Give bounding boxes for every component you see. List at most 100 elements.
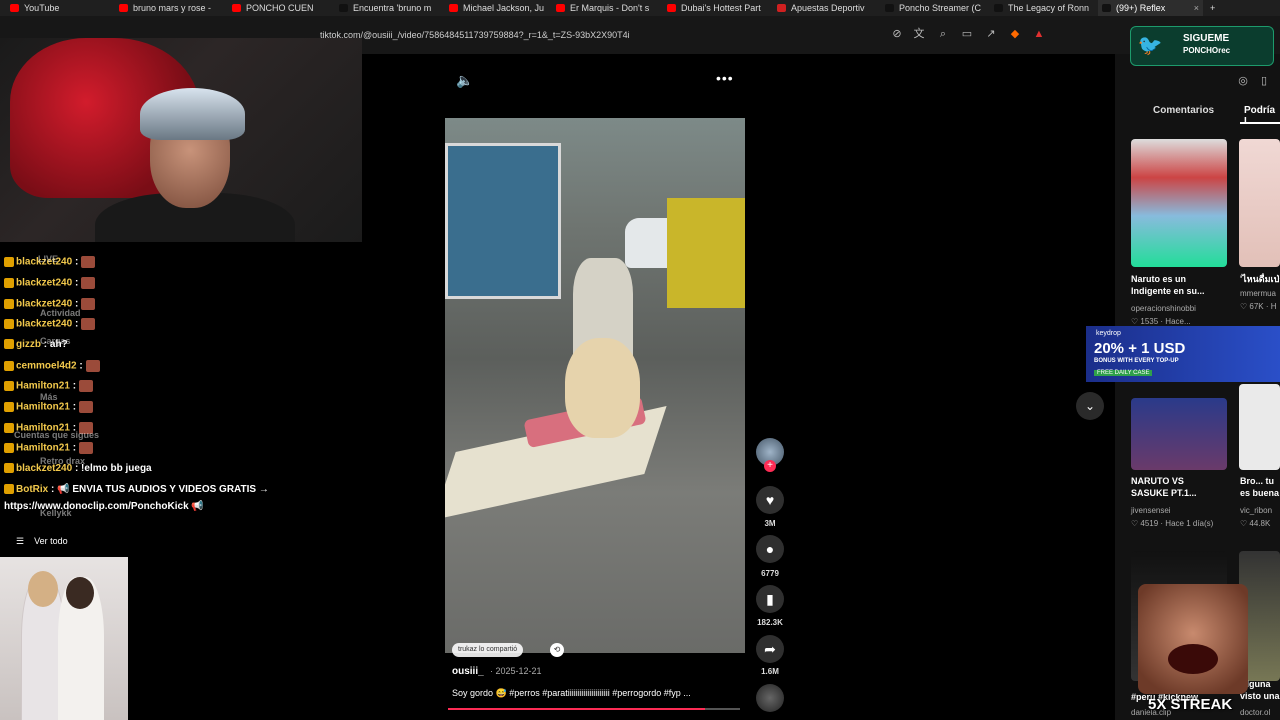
browser-tab[interactable]: Encuentra 'bruno m xyxy=(335,0,443,16)
sidebar-nav-item[interactable]: Retro drax xyxy=(40,456,85,466)
browser-tab[interactable]: (99+) Reflex × xyxy=(1098,0,1203,16)
phone-icon[interactable]: ▯ xyxy=(1257,74,1271,88)
chat-username[interactable]: gizzb xyxy=(16,339,41,350)
groom-head xyxy=(66,577,94,609)
related-thumb-3[interactable] xyxy=(1131,398,1227,470)
sidebar-nav-item[interactable]: Cuentas que sigues xyxy=(14,430,99,440)
chat-username[interactable]: blackzet240 xyxy=(16,319,72,330)
related-channel-4[interactable]: vic_ribon xyxy=(1240,506,1280,515)
tab-close-icon[interactable]: × xyxy=(1194,0,1199,16)
chat-emote-icon xyxy=(85,360,100,372)
chat-username[interactable]: Hamilton21 xyxy=(16,381,70,392)
shared-by-chip[interactable]: trukaz lo compartió xyxy=(452,643,524,657)
related-channel-2[interactable]: mmermua xyxy=(1240,289,1280,298)
browser-tab[interactable]: YouTube xyxy=(6,0,111,16)
ver-todo-label: Ver todo xyxy=(34,536,68,546)
chat-username[interactable]: Hamilton21 xyxy=(16,443,70,454)
related-channel-6[interactable]: doctor.ol xyxy=(1240,708,1280,717)
chat-text: : xyxy=(72,442,77,454)
related-thumb-1[interactable] xyxy=(1131,139,1227,267)
browser-tab[interactable]: Apuestas Deportiv xyxy=(773,0,878,16)
chat-text: : xyxy=(74,277,79,289)
browser-tab[interactable]: Er Marquis - Don't s xyxy=(552,0,660,16)
share-count: 1.6M xyxy=(761,667,779,676)
chat-username[interactable]: BotRix xyxy=(16,484,48,495)
chat-badge-icon xyxy=(4,299,14,309)
share-arrow-icon[interactable]: ➦ xyxy=(756,635,784,663)
chat-emote-icon xyxy=(81,318,96,330)
sidebar-nav-item[interactable]: LIVE xyxy=(38,254,58,264)
bride-head xyxy=(28,571,58,607)
compass-icon[interactable]: ◎ xyxy=(1236,74,1250,88)
tab-label: Encuentra 'bruno m xyxy=(353,3,432,13)
follow-plus-icon[interactable]: + xyxy=(764,460,776,472)
chat-message: blackzet240 : xyxy=(4,318,96,330)
chat-badge-icon xyxy=(4,402,14,412)
chat-username[interactable]: cemmoel4d2 xyxy=(16,361,77,372)
video-progress-bar[interactable] xyxy=(448,708,740,710)
chat-username[interactable]: blackzet240 xyxy=(16,278,72,289)
cast-icon[interactable]: ▭ xyxy=(960,27,974,41)
browser-tab[interactable]: Poncho Streamer (C xyxy=(881,0,987,16)
new-tab-icon[interactable]: + xyxy=(1206,0,1222,16)
zoom-icon[interactable]: ⌕ xyxy=(936,27,950,41)
tab-favicon-icon xyxy=(10,4,19,12)
browser-tab[interactable]: Dubai's Hottest Part xyxy=(663,0,771,16)
related-title-1[interactable]: Naruto es un Indigente en su... xyxy=(1131,273,1211,297)
chat-message: cemmoel4d2 : xyxy=(4,360,100,372)
like-heart-icon[interactable]: ♥ xyxy=(756,486,784,514)
streak-label: 5X STREAK xyxy=(1148,696,1233,713)
brave-shield-icon[interactable]: ◆ xyxy=(1008,27,1022,41)
chat-text: : xyxy=(72,401,77,413)
tab-comments[interactable]: Comentarios xyxy=(1153,105,1214,116)
comment-icon[interactable]: ● xyxy=(756,535,784,563)
food-truck xyxy=(445,143,561,299)
related-title-2[interactable]: 'ไหนดื่มเป่า xyxy=(1240,273,1280,285)
more-options-icon[interactable]: ••• xyxy=(716,70,734,86)
tab-label: The Legacy of Ronn xyxy=(1008,3,1090,13)
related-channel-3[interactable]: jivensensei xyxy=(1131,506,1171,515)
browser-tab[interactable]: The Legacy of Ronn xyxy=(990,0,1096,16)
keydrop-sub: BONUS WITH EVERY TOP-UP xyxy=(1094,358,1179,364)
sidebar-nav-item[interactable]: Actividad xyxy=(40,308,81,318)
chat-username[interactable]: Hamilton21 xyxy=(16,402,70,413)
chat-message: BotRix : 📢 ENVIA TUS AUDIOS Y VIDEOS GRA… xyxy=(4,484,269,495)
translate-icon[interactable]: 文 xyxy=(912,27,926,41)
tab-label: Dubai's Hottest Part xyxy=(681,3,761,13)
browser-tab[interactable]: Michael Jackson, Ju xyxy=(445,0,550,16)
sidebar-nav-item[interactable]: Kellykk xyxy=(40,508,72,518)
chat-emote-icon xyxy=(81,298,96,310)
bookmark-icon[interactable]: ▮ xyxy=(756,585,784,613)
video-author[interactable]: ousiii_ xyxy=(452,666,484,677)
music-disc-icon[interactable] xyxy=(756,684,784,712)
browser-tab[interactable]: PONCHO CUEN xyxy=(228,0,333,16)
streak-face-overlay xyxy=(1138,584,1248,694)
chat-badge-icon xyxy=(4,339,14,350)
url-text[interactable]: tiktok.com/@ousiii_/video/75864845117397… xyxy=(320,30,630,40)
tab-label: Michael Jackson, Ju xyxy=(463,3,545,13)
related-meta-3: ♡ 4519 · Hace 1 día(s) xyxy=(1131,519,1214,528)
twitter-follow-overlay: 🐦 SIGUEME PONCHOrec xyxy=(1130,26,1274,66)
related-title-3[interactable]: NARUTO VS SASUKE PT.1... xyxy=(1131,475,1211,499)
related-meta-2: ♡ 67K · H xyxy=(1240,302,1277,311)
browser-tab[interactable]: bruno mars y rose - xyxy=(115,0,225,16)
sidebar-nav-item[interactable]: Más xyxy=(40,392,58,402)
related-thumb-4[interactable] xyxy=(1239,384,1280,470)
translate-off-icon[interactable]: ⊘ xyxy=(890,27,904,41)
ver-todo-link[interactable]: ☰ Ver todo xyxy=(16,536,68,547)
related-thumb-2[interactable] xyxy=(1239,139,1280,267)
repost-icon[interactable]: ⟲ xyxy=(550,643,564,657)
webcam-feed xyxy=(0,38,362,242)
chat-message: https://www.donoclip.com/PonchoKick 📢 xyxy=(4,501,204,512)
related-title-4[interactable]: Bro... tu es buena xyxy=(1240,475,1280,499)
related-channel-1[interactable]: operacionshinobbi xyxy=(1131,304,1196,313)
yellow-cart xyxy=(667,198,745,308)
scroll-down-button[interactable]: ⌄ xyxy=(1076,392,1104,420)
rewards-icon[interactable]: ▲ xyxy=(1032,27,1046,41)
volume-icon[interactable]: 🔈 xyxy=(456,72,473,89)
share-icon[interactable]: ↗ xyxy=(984,27,998,41)
video-player[interactable] xyxy=(445,118,745,653)
like-count: 3M xyxy=(764,519,776,528)
profile-photo-couple xyxy=(0,557,128,720)
sidebar-nav-item[interactable]: Cargas xyxy=(40,336,71,346)
